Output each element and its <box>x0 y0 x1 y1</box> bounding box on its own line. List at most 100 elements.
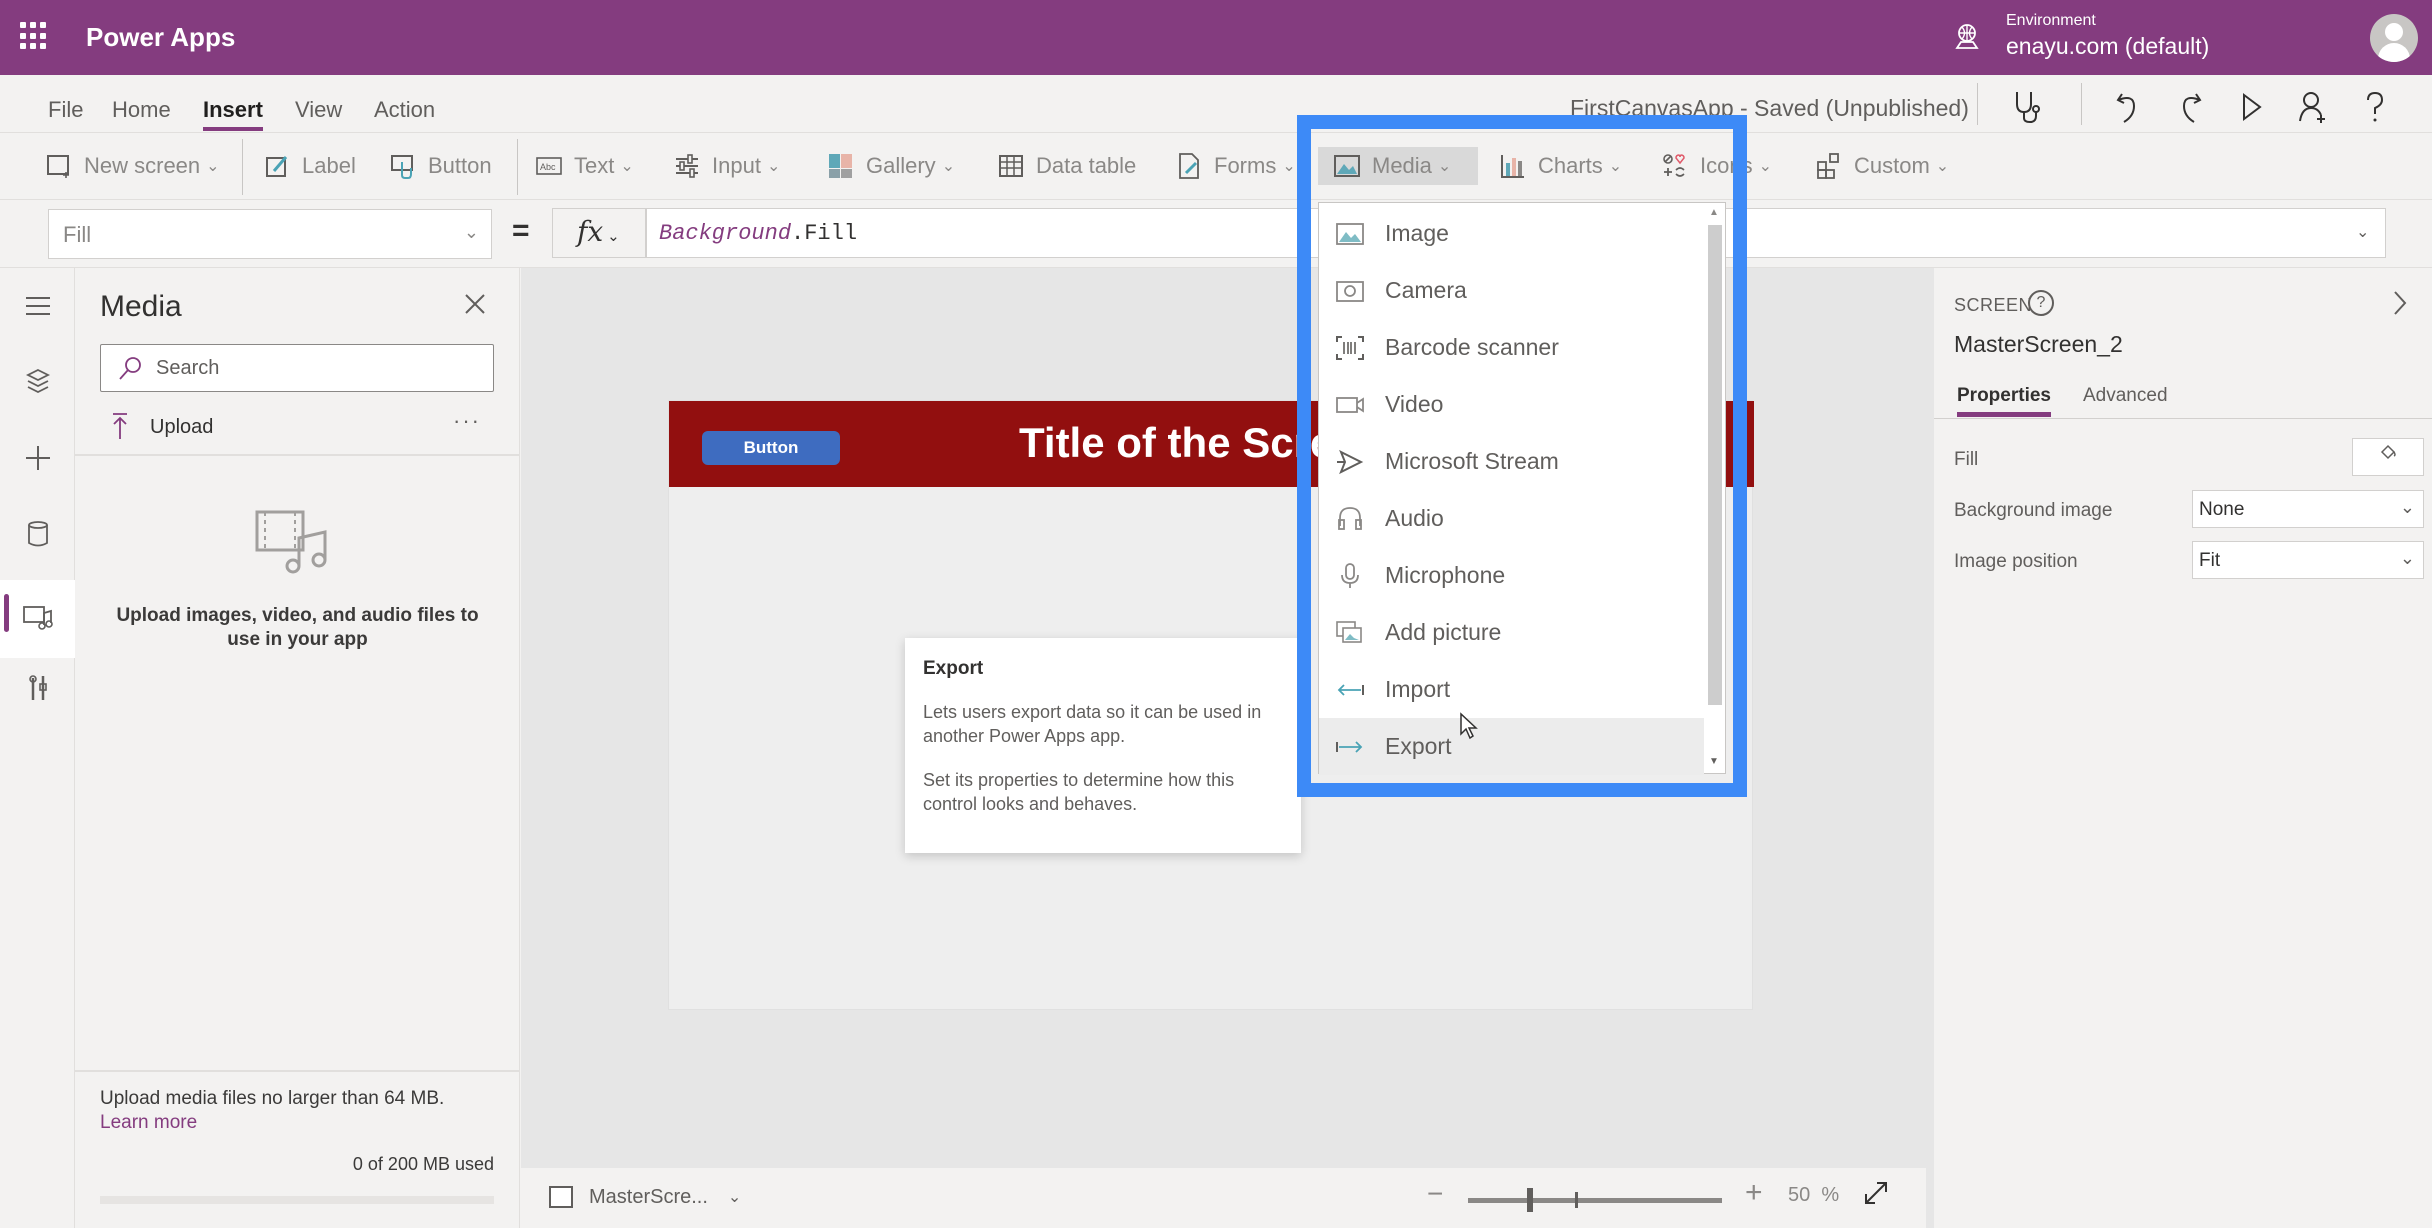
import-icon <box>1337 683 1364 696</box>
properties-panel: SCREEN ? MasterScreen_2 Properties Advan… <box>1926 268 2432 1228</box>
tab-properties[interactable]: Properties <box>1957 385 2051 417</box>
screen-selector[interactable]: MasterScre... ⌄ <box>549 1182 741 1212</box>
share-user-icon[interactable] <box>2293 87 2333 127</box>
audio-icon <box>1338 506 1362 530</box>
chevron-down-icon: ⌄ <box>463 222 479 242</box>
data-table-button[interactable]: Data table <box>998 147 1136 185</box>
menu-item-image[interactable]: Image <box>1319 205 1704 262</box>
screen-button-control[interactable]: Button <box>702 431 840 465</box>
redo-icon[interactable] <box>2170 87 2210 127</box>
menu-item-barcode-scanner[interactable]: Barcode scanner <box>1319 319 1704 376</box>
media-rail-icon[interactable] <box>0 580 75 658</box>
new-screen-button[interactable]: New screen ⌄ <box>46 147 220 185</box>
app-checker-icon[interactable] <box>2007 87 2047 127</box>
custom-icon <box>1817 153 1839 179</box>
property-value: Fill <box>63 222 92 247</box>
forms-button[interactable]: Forms ⌄ <box>1176 147 1296 185</box>
help-icon[interactable] <box>2355 87 2395 127</box>
background-image-select[interactable]: None ⌄ <box>2192 490 2424 528</box>
zoom-in-button[interactable]: + <box>1745 1176 1763 1210</box>
chevron-right-icon[interactable] <box>2392 288 2408 325</box>
gallery-icon <box>829 154 852 178</box>
help-circle-icon[interactable]: ? <box>2028 290 2054 316</box>
tooltip-title: Export <box>923 658 984 679</box>
image-position-value: Fit <box>2199 550 2221 571</box>
scroll-down-arrow-icon[interactable]: ▼ <box>1709 756 1719 767</box>
mouse-cursor-icon <box>1460 712 1478 740</box>
insert-plus-icon[interactable] <box>0 428 75 488</box>
chevron-down-icon: ⌄ <box>607 228 620 245</box>
learn-more-link[interactable]: Learn more <box>100 1112 197 1134</box>
gallery-button[interactable]: Gallery ⌄ <box>828 147 955 185</box>
scrollbar-thumb[interactable] <box>1708 225 1722 705</box>
menu-home[interactable]: Home <box>112 97 171 123</box>
scroll-up-arrow-icon[interactable]: ▲ <box>1709 207 1719 218</box>
screen-selector-label: MasterScre... <box>589 1185 708 1208</box>
stream-icon <box>1337 449 1364 474</box>
menu-action[interactable]: Action <box>374 97 435 123</box>
menu-item-import[interactable]: Import <box>1319 661 1704 718</box>
menu-view[interactable]: View <box>295 97 342 123</box>
equals-sign: = <box>512 214 530 247</box>
divider <box>1934 418 2432 419</box>
button-control-button[interactable]: Button <box>390 147 492 185</box>
menu-item-label: Import <box>1385 676 1451 702</box>
zoom-unit: % <box>1821 1184 1840 1206</box>
formula-keyword: Background <box>659 221 792 246</box>
fx-button[interactable]: fx ⌄ <box>552 208 646 258</box>
advanced-tools-icon[interactable] <box>0 658 75 718</box>
image-position-select[interactable]: Fit ⌄ <box>2192 541 2424 579</box>
undo-icon[interactable] <box>2108 87 2148 127</box>
menu-item-microphone[interactable]: Microphone <box>1319 547 1704 604</box>
label-label: Label <box>302 153 356 178</box>
menu-item-export[interactable]: Export <box>1319 718 1704 775</box>
close-icon[interactable] <box>463 290 487 324</box>
text-button[interactable]: Abc Text ⌄ <box>536 147 634 185</box>
tab-advanced[interactable]: Advanced <box>2083 385 2168 407</box>
app-launcher-icon[interactable] <box>20 22 48 50</box>
upload-icon[interactable] <box>110 412 130 447</box>
media-placeholder-icon <box>255 510 327 574</box>
chevron-down-icon: ⌄ <box>727 1189 742 1206</box>
app-name[interactable]: Power Apps <box>86 22 235 53</box>
play-preview-icon[interactable] <box>2232 87 2272 127</box>
menu-item-video[interactable]: Video <box>1319 376 1704 433</box>
more-options-icon[interactable]: ··· <box>453 408 481 434</box>
property-select[interactable]: Fill ⌄ <box>48 209 492 259</box>
user-avatar[interactable] <box>2370 14 2418 62</box>
zoom-out-button[interactable]: − <box>1427 1178 1443 1210</box>
media-dropdown-menu: Image Camera Barcode scanner Video Micro… <box>1318 202 1726 775</box>
export-tooltip: Export Lets users export data so it can … <box>905 638 1301 853</box>
menu-item-camera[interactable]: Camera <box>1319 262 1704 319</box>
data-icon[interactable] <box>0 504 75 564</box>
fill-color-picker[interactable] <box>2352 438 2424 476</box>
menu-item-label: Image <box>1385 220 1449 246</box>
input-button[interactable]: Input ⌄ <box>674 147 780 185</box>
dropdown-scrollbar[interactable]: ▲ ▼ <box>1705 205 1723 771</box>
menu-item-add-picture[interactable]: Add picture <box>1319 604 1704 661</box>
menu-item-microsoft-stream[interactable]: Microsoft Stream <box>1319 433 1704 490</box>
environment-icon[interactable] <box>1953 22 1981 50</box>
selected-screen-name[interactable]: MasterScreen_2 <box>1954 331 2123 358</box>
hamburger-menu-icon[interactable] <box>0 276 75 336</box>
media-search-input[interactable]: Search <box>100 344 494 392</box>
custom-button[interactable]: Custom ⌄ <box>1816 147 1949 185</box>
upload-button[interactable]: Upload <box>150 416 213 439</box>
fit-to-window-icon[interactable] <box>1863 1180 1889 1214</box>
zoom-slider-thumb[interactable] <box>1527 1188 1533 1212</box>
chevron-down-icon: ⌄ <box>2399 497 2415 517</box>
menu-file[interactable]: File <box>48 97 83 123</box>
menu-item-label: Camera <box>1385 277 1467 303</box>
tree-view-icon[interactable] <box>0 352 75 412</box>
label-button[interactable]: Label <box>264 147 356 185</box>
zoom-slider[interactable] <box>1468 1188 1722 1212</box>
media-empty-message: Upload images, video, and audio files to… <box>116 605 479 650</box>
upload-size-note: Upload media files no larger than 64 MB. <box>100 1088 445 1109</box>
environment-value[interactable]: enayu.com (default) <box>2006 33 2209 60</box>
menu-item-label: Barcode scanner <box>1385 334 1559 360</box>
add-picture-icon <box>1336 620 1362 643</box>
menu-item-label: Microsoft Stream <box>1385 448 1559 474</box>
menu-item-audio[interactable]: Audio <box>1319 490 1704 547</box>
menu-insert[interactable]: Insert <box>203 97 263 131</box>
expand-formula-icon[interactable]: ⌄ <box>2356 222 2369 242</box>
